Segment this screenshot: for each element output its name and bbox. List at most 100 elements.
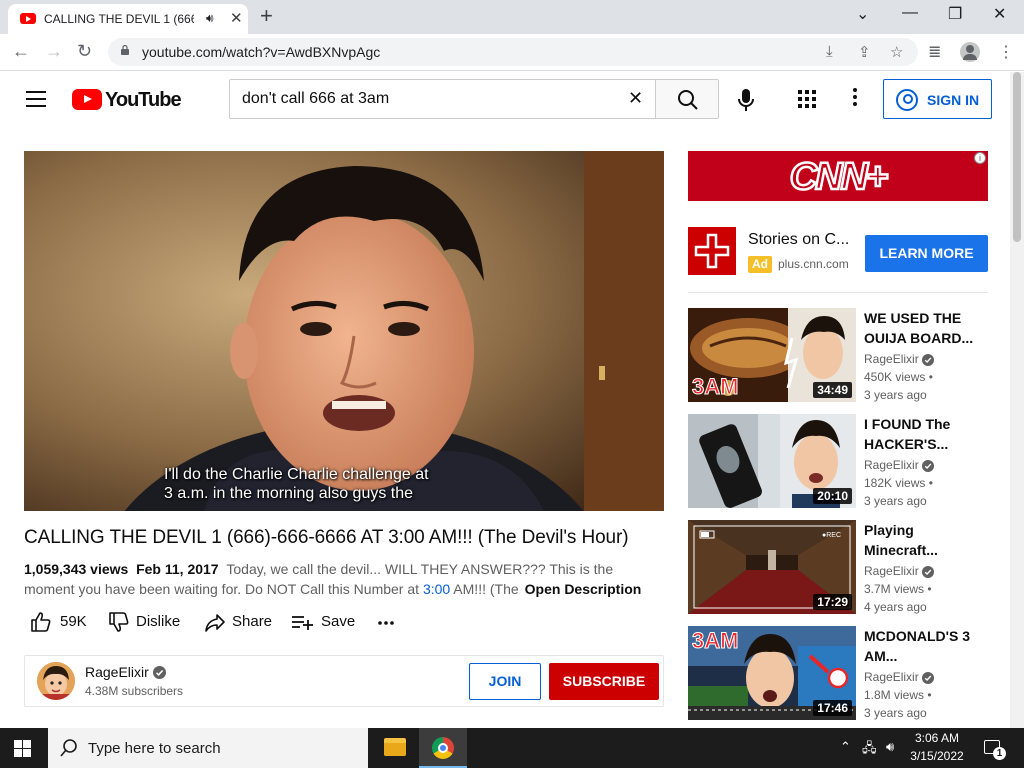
upload-date: Feb 11, 2017 xyxy=(136,561,219,577)
recommended-video-title[interactable]: WE USED THE OUIJA BOARD... xyxy=(864,308,984,348)
description-timestamp-link[interactable]: 3:00 xyxy=(423,581,450,597)
video-duration: 34:49 xyxy=(813,382,852,398)
title-line-2: HACKER'S... xyxy=(864,436,949,452)
media-control-icon[interactable]: ≣ xyxy=(928,42,941,62)
youtube-play-icon xyxy=(72,89,102,110)
recommended-video[interactable]: 20:10 I FOUND The HACKER'S... RageElixir… xyxy=(688,414,1010,510)
clock-time[interactable]: 3:06 AM xyxy=(900,731,974,745)
new-tab-icon[interactable]: + xyxy=(260,3,273,29)
recommended-video[interactable]: 3AM 34:49 WE USED THE OUIJA BOARD... Rag… xyxy=(688,308,1010,404)
volume-icon[interactable]: 🔊︎ xyxy=(886,739,894,755)
apps-grid-icon[interactable] xyxy=(798,90,816,108)
recommended-video-title[interactable]: I FOUND The HACKER'S... xyxy=(864,414,984,454)
save-button[interactable]: Save xyxy=(291,610,355,634)
ad-info-icon[interactable]: i xyxy=(974,152,986,164)
video-thumbnail[interactable]: 3AM 17:46 xyxy=(688,626,856,720)
ad-title[interactable]: Stories on C... xyxy=(748,231,849,249)
back-arrow-icon[interactable]: ← xyxy=(12,41,30,62)
recommended-age: 3 years ago xyxy=(864,706,927,720)
network-icon[interactable]: 🖧︎ xyxy=(862,739,877,761)
bookmark-star-icon[interactable]: ☆ xyxy=(890,43,903,61)
description-box[interactable]: 1,059,343 views Feb 11, 2017 Today, we c… xyxy=(24,559,664,599)
subtitle-line-1: I'll do the Charlie Charlie challenge at xyxy=(164,466,429,483)
lock-icon xyxy=(121,45,129,55)
channel-name[interactable]: RageElixir xyxy=(85,664,149,680)
chrome-menu-icon[interactable]: ⋮ xyxy=(998,42,1014,62)
video-player[interactable]: I'll do the Charlie Charlie challenge at… xyxy=(24,151,664,511)
title-line-1: MCDONALD'S 3 xyxy=(864,628,970,644)
minimize-icon[interactable]: — xyxy=(902,4,918,22)
search-icon xyxy=(60,739,77,757)
windows-start-icon[interactable] xyxy=(14,740,31,757)
subscribe-button[interactable]: SUBSCRIBE xyxy=(549,663,659,700)
tab-search-chevron-icon[interactable]: ⌄ xyxy=(856,4,869,24)
address-bar[interactable]: youtube.com/watch?v=AwdBXNvpAgc ⤓ ⇪ ☆ xyxy=(108,38,918,66)
recommended-video[interactable]: ●REC 17:29 Playing Minecraft... RageElix… xyxy=(688,520,1010,616)
browser-tab-strip: CALLING THE DEVIL 1 (666)-666-6666 AT 3:… xyxy=(0,0,1024,34)
recommended-view-count: 1.8M views • xyxy=(864,688,932,702)
share-arrow-icon xyxy=(205,614,225,632)
video-thumbnail[interactable]: 3AM 34:49 xyxy=(688,308,856,402)
channel-avatar[interactable] xyxy=(37,662,75,700)
close-tab-icon[interactable]: ✕ xyxy=(230,9,243,27)
youtube-logo-text: YouTube xyxy=(105,89,182,111)
join-button[interactable]: JOIN xyxy=(469,663,541,700)
forward-arrow-icon[interactable]: → xyxy=(45,41,63,62)
learn-more-button[interactable]: LEARN MORE xyxy=(865,235,988,272)
browser-toolbar: ← → ↻ youtube.com/watch?v=AwdBXNvpAgc ⤓ … xyxy=(0,34,1024,71)
reload-icon[interactable]: ↻ xyxy=(77,41,92,62)
menu-icon[interactable] xyxy=(26,91,46,107)
share-button[interactable]: Share xyxy=(204,610,274,634)
sign-in-button[interactable]: SIGN IN xyxy=(883,79,992,119)
open-description-link[interactable]: Open Description xyxy=(518,581,642,597)
show-hidden-icons-chevron-icon[interactable]: ⌃ xyxy=(840,739,851,755)
cnn-plus-logo: CNN+ xyxy=(688,151,988,201)
speaker-icon[interactable]: 🔊︎ xyxy=(206,11,214,26)
recommended-video-title[interactable]: MCDONALD'S 3 AM... xyxy=(864,626,984,666)
video-duration: 17:29 xyxy=(813,594,852,610)
install-app-icon[interactable]: ⤓ xyxy=(826,43,833,60)
taskbar-chrome-button[interactable] xyxy=(419,728,467,768)
ad-badge: Ad xyxy=(748,256,772,273)
scrollbar-thumb[interactable] xyxy=(1013,72,1021,242)
url-text: youtube.com/watch?v=AwdBXNvpAgc xyxy=(142,44,381,60)
ad-banner-text: CNN+ xyxy=(790,156,888,198)
more-actions-icon[interactable] xyxy=(376,610,400,634)
video-thumbnail[interactable]: ●REC 17:29 xyxy=(688,520,856,614)
ad-banner[interactable]: CNN+ xyxy=(688,151,988,201)
microphone-icon[interactable] xyxy=(736,88,756,112)
clear-search-icon[interactable]: ✕ xyxy=(628,88,643,109)
profile-avatar-icon[interactable] xyxy=(960,42,980,62)
save-playlist-icon xyxy=(292,616,313,630)
page-scrollbar[interactable] xyxy=(1010,72,1024,728)
recommended-channel-name[interactable]: RageElixir xyxy=(864,564,919,578)
share-icon[interactable]: ⇪ xyxy=(858,43,871,61)
search-query-text: don't call 666 at 3am xyxy=(242,90,390,107)
recommended-video-title[interactable]: Playing Minecraft... xyxy=(864,520,984,560)
clock-date[interactable]: 3/15/2022 xyxy=(900,749,974,763)
restore-icon[interactable]: ❐ xyxy=(948,4,962,24)
recommended-channel-name[interactable]: RageElixir xyxy=(864,458,919,472)
recommended-channel-name[interactable]: RageElixir xyxy=(864,352,919,366)
ad-advertiser-logo[interactable] xyxy=(688,227,736,275)
file-explorer-icon[interactable] xyxy=(384,738,406,756)
recommended-video[interactable]: 3AM 17:46 MCDONALD'S 3 AM... RageElixir … xyxy=(688,626,1010,722)
verified-check-icon xyxy=(922,354,934,366)
thumbnail-text: 3AM xyxy=(692,374,738,399)
dislike-button[interactable]: Dislike xyxy=(108,610,188,634)
taskbar-search-box[interactable]: Type here to search xyxy=(48,728,368,768)
like-count: 59K xyxy=(60,613,87,630)
search-input[interactable]: don't call 666 at 3am ✕ xyxy=(229,79,656,119)
title-line-2: AM... xyxy=(864,648,898,664)
browser-tab[interactable]: CALLING THE DEVIL 1 (666)-666-6666 AT 3:… xyxy=(8,4,248,34)
video-thumbnail[interactable]: 20:10 xyxy=(688,414,856,508)
like-button[interactable]: 59K xyxy=(30,610,94,634)
share-label: Share xyxy=(232,613,273,630)
settings-dots-icon[interactable] xyxy=(853,88,857,108)
verified-check-icon xyxy=(922,672,934,684)
close-window-icon[interactable]: ✕ xyxy=(993,4,1006,24)
description-line-2: moment you have been waiting for. Do NOT… xyxy=(24,581,423,597)
search-button[interactable] xyxy=(655,79,719,119)
verified-check-icon xyxy=(922,566,934,578)
recommended-channel-name[interactable]: RageElixir xyxy=(864,670,919,684)
